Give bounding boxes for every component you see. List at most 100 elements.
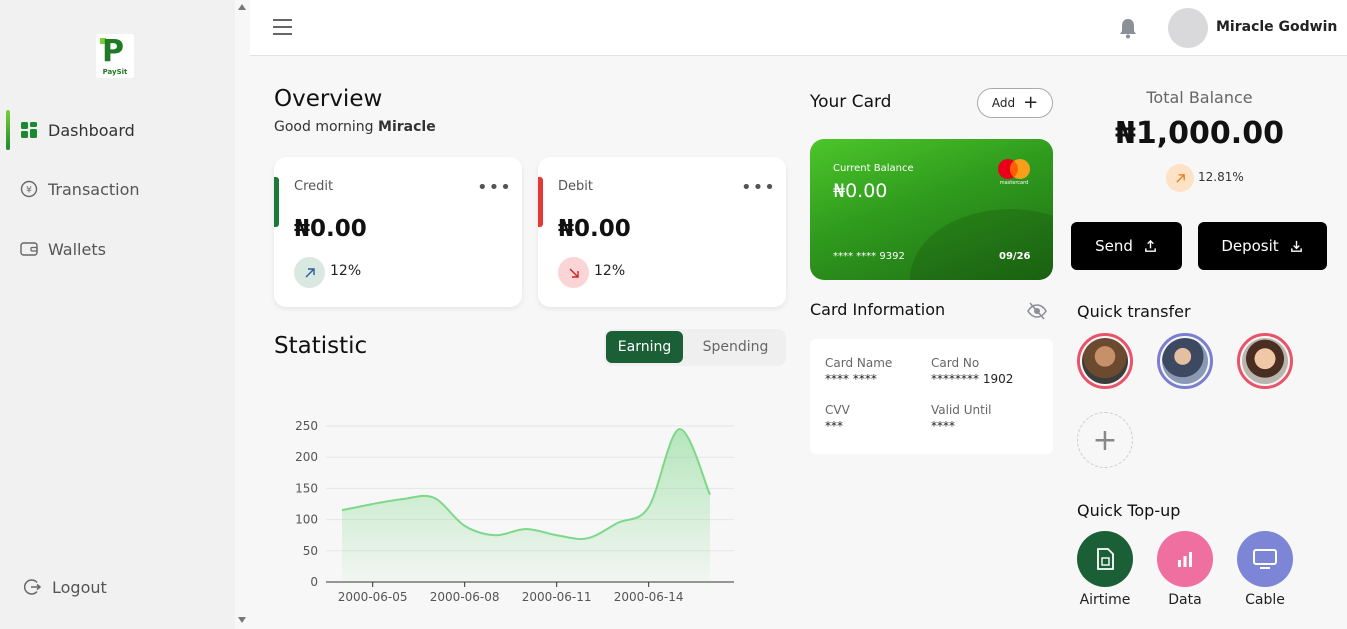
greeting: Good morning Miracle: [274, 119, 436, 135]
card-name-label: Card Name: [825, 356, 893, 370]
arrow-up-right-icon: [1166, 164, 1194, 192]
total-balance-amount: ₦1,000.00: [1115, 116, 1284, 151]
deposit-label: Deposit: [1221, 237, 1279, 255]
x-tick-label: 2000-06-14: [614, 590, 684, 604]
scroll-up-arrow[interactable]: [238, 4, 246, 10]
credit-change: 12%: [330, 263, 362, 279]
debit-card: Debit ••• ₦0.00 12%: [538, 157, 786, 307]
statistic-toggle: Earning Spending: [604, 329, 786, 366]
series-area: [342, 429, 710, 582]
your-card-title: Your Card: [810, 92, 892, 112]
quick-topup-title: Quick Top-up: [1077, 501, 1181, 520]
card-balance-label: Current Balance: [833, 163, 914, 174]
sim-card-icon: [1097, 548, 1114, 570]
send-label: Send: [1095, 237, 1133, 255]
card-information-title: Card Information: [810, 300, 946, 319]
y-tick-label: 250: [295, 419, 318, 433]
tab-spending[interactable]: Spending: [688, 331, 783, 363]
sidebar-item-dashboard[interactable]: Dashboard: [0, 110, 235, 150]
more-options-icon[interactable]: •••: [741, 179, 776, 197]
card-no-value: ******** 1902: [931, 372, 1014, 386]
deposit-button[interactable]: Deposit: [1198, 222, 1327, 270]
credit-accent-bar: [274, 177, 279, 227]
contact-photo: [1162, 338, 1208, 384]
tv-icon: [1253, 549, 1277, 569]
logo-wordmark: PaySit: [102, 68, 128, 76]
debit-change: 12%: [594, 263, 626, 279]
eye-off-icon[interactable]: [1027, 302, 1047, 320]
card-expiry: 09/26: [999, 251, 1031, 262]
add-contact-button[interactable]: +: [1077, 412, 1133, 468]
app-logo[interactable]: P PaySit: [96, 34, 134, 78]
x-tick-label: 2000-06-08: [430, 590, 500, 604]
card-balance: ₦0.00: [833, 180, 888, 202]
airtime-label: Airtime: [1079, 592, 1131, 608]
card-no-label: Card No: [931, 356, 980, 370]
contact-avatar[interactable]: [1237, 333, 1293, 389]
cable-label: Cable: [1245, 592, 1285, 608]
debit-accent-bar: [538, 177, 543, 227]
logo-letter: P: [102, 34, 124, 69]
debit-label: Debit: [558, 179, 593, 194]
credit-label: Credit: [294, 179, 334, 194]
y-tick-label: 150: [295, 481, 318, 495]
send-button[interactable]: Send: [1071, 222, 1182, 270]
sidebar-item-label: Dashboard: [48, 120, 135, 140]
logout-label: Logout: [52, 577, 107, 597]
card-information-panel: Card Name **** **** Card No ******** 190…: [810, 339, 1053, 454]
airtime-button[interactable]: [1077, 531, 1133, 587]
arrow-up-right-icon: [294, 257, 325, 288]
sidebar-item-label: Transaction: [48, 179, 140, 199]
debit-amount: ₦0.00: [558, 216, 631, 242]
cvv-value: ***: [825, 419, 843, 433]
exchange-icon: ¥: [20, 180, 38, 198]
scroll-down-arrow[interactable]: [238, 617, 246, 623]
sidebar: P PaySit Dashboard ¥ Transaction Wallets…: [0, 0, 235, 629]
bar-chart-icon: [1178, 552, 1192, 567]
x-tick-label: 2000-06-05: [338, 590, 408, 604]
y-tick-label: 200: [295, 450, 318, 464]
more-options-icon[interactable]: •••: [477, 179, 512, 197]
logout-button[interactable]: Logout: [0, 569, 235, 605]
valid-until-value: ****: [931, 419, 955, 433]
plus-icon: +: [1023, 92, 1039, 113]
mastercard-wordmark: mastercard: [999, 180, 1029, 186]
total-balance-label: Total Balance: [1146, 88, 1253, 107]
sidebar-item-label: Wallets: [48, 239, 106, 259]
cable-button[interactable]: [1237, 531, 1293, 587]
sidebar-item-transaction[interactable]: ¥ Transaction: [0, 171, 235, 207]
greeting-prefix: Good morning: [274, 119, 374, 135]
total-balance-change: 12.81%: [1198, 170, 1244, 184]
sidebar-item-wallets[interactable]: Wallets: [0, 231, 235, 267]
topbar: Miracle Godwin: [250, 0, 1347, 56]
logout-icon: [24, 578, 42, 596]
user-name[interactable]: Miracle Godwin: [1216, 19, 1337, 35]
grid-icon: [20, 121, 38, 139]
data-button[interactable]: [1157, 531, 1213, 587]
payment-card[interactable]: Current Balance ₦0.00 mastercard **** **…: [810, 139, 1053, 280]
user-avatar[interactable]: [1168, 8, 1208, 48]
menu-icon[interactable]: [273, 19, 292, 37]
contact-avatar[interactable]: [1157, 333, 1213, 389]
credit-amount: ₦0.00: [294, 216, 367, 242]
svg-text:¥: ¥: [26, 186, 32, 196]
add-card-button[interactable]: Add +: [977, 88, 1053, 118]
tab-earning[interactable]: Earning: [606, 331, 683, 363]
y-tick-label: 100: [295, 513, 318, 527]
download-icon: [1290, 240, 1302, 252]
quick-transfer-title: Quick transfer: [1077, 302, 1191, 321]
cvv-label: CVV: [825, 403, 850, 417]
bell-icon[interactable]: [1118, 17, 1138, 39]
x-tick-label: 2000-06-11: [522, 590, 592, 604]
card-decoration: [910, 209, 1053, 280]
credit-card: Credit ••• ₦0.00 12%: [274, 157, 522, 307]
overview-title: Overview: [274, 86, 383, 112]
y-tick-label: 0: [310, 575, 318, 589]
contact-photo: [1242, 338, 1288, 384]
data-label: Data: [1168, 592, 1202, 608]
add-card-label: Add: [991, 96, 1016, 110]
contact-photo: [1082, 338, 1128, 384]
card-number: **** **** 9392: [833, 251, 905, 262]
contact-avatar[interactable]: [1077, 333, 1133, 389]
wallet-icon: [20, 240, 38, 258]
